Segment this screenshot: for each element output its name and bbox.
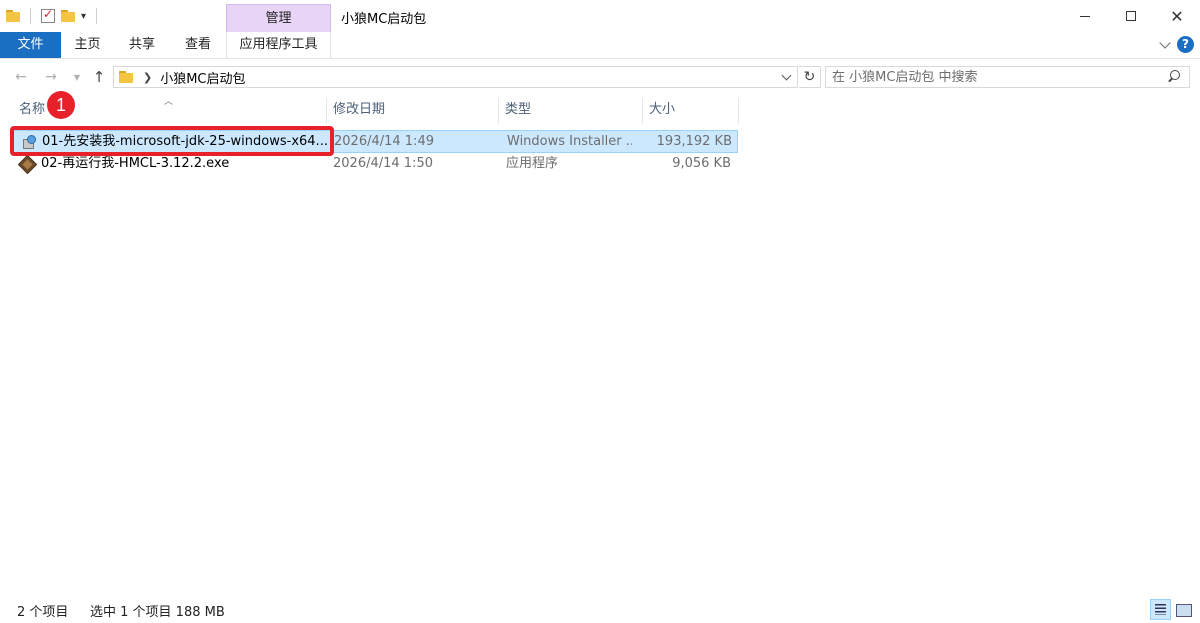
forward-arrow-icon[interactable]: → [40, 67, 62, 87]
quick-access-toolbar: ▾ [6, 6, 101, 26]
folder-icon [119, 71, 133, 83]
status-item-count: 2 个项目 [17, 605, 69, 620]
file-type: Windows Installer ... [507, 134, 632, 149]
file-date-modified: 2026/4/14 1:50 [333, 156, 433, 171]
manage-context-tab[interactable]: 管理 [226, 4, 331, 32]
up-arrow-icon[interactable]: ↑ [88, 67, 110, 87]
window-title: 小狼MC启动包 [341, 12, 427, 27]
search-input[interactable] [832, 68, 1152, 86]
title-bar: ▾ 管理 小狼MC启动包 ✕ [0, 0, 1200, 32]
navigation-bar: ← → ▼ ↑ ❯ 小狼MC启动包 ↻ [0, 60, 1200, 94]
tab-file[interactable]: 文件 [0, 32, 61, 58]
minimize-icon [1080, 15, 1090, 17]
expand-ribbon-icon[interactable] [1158, 37, 1174, 53]
properties-icon[interactable] [41, 7, 55, 23]
maximize-button[interactable] [1108, 0, 1154, 32]
help-icon[interactable]: ? [1177, 36, 1194, 53]
search-icon[interactable] [1167, 70, 1181, 84]
tab-share[interactable]: 共享 [114, 32, 170, 58]
breadcrumb-chevron-icon[interactable]: ❯ [143, 71, 152, 84]
back-arrow-icon[interactable]: ← [10, 67, 32, 87]
address-bar[interactable]: ❯ 小狼MC启动包 [113, 66, 798, 88]
file-size: 9,056 KB [672, 156, 731, 171]
address-history-chevron-icon[interactable] [781, 70, 793, 84]
refresh-icon[interactable]: ↻ [799, 66, 821, 88]
qat-divider [30, 8, 31, 24]
file-date-modified: 2026/4/14 1:49 [334, 134, 434, 149]
close-button[interactable]: ✕ [1154, 0, 1200, 32]
tab-view[interactable]: 查看 [170, 32, 226, 58]
details-view-icon[interactable] [1150, 599, 1171, 620]
status-selection: 选中 1 个项目 188 MB [90, 605, 225, 620]
maximize-icon [1126, 11, 1136, 21]
column-header-size[interactable]: 大小 [643, 98, 739, 124]
column-headers: ︿ 名称 修改日期 类型 大小 [0, 94, 740, 124]
file-type: 应用程序 [506, 156, 559, 171]
qat-divider [96, 8, 98, 24]
minimize-button[interactable] [1062, 0, 1108, 32]
folder-icon [6, 10, 20, 22]
tab-home[interactable]: 主页 [61, 32, 114, 58]
large-icons-view-icon[interactable] [1174, 600, 1193, 619]
hmcl-exe-icon [17, 154, 38, 175]
column-header-type[interactable]: 类型 [499, 98, 643, 124]
close-icon: ✕ [1170, 6, 1184, 26]
tab-application-tools[interactable]: 应用程序工具 [226, 32, 331, 58]
recent-locations-chevron-icon[interactable]: ▼ [70, 67, 84, 87]
search-box[interactable] [825, 66, 1190, 88]
file-size: 193,192 KB [656, 134, 732, 149]
status-bar: 2 个项目 选中 1 个项目 188 MB [0, 597, 1200, 623]
column-header-date-modified[interactable]: 修改日期 [327, 98, 499, 124]
file-row[interactable]: 02-再运行我-HMCL-3.12.2.exe 2026/4/14 1:50 应… [13, 153, 738, 176]
file-name: 02-再运行我-HMCL-3.12.2.exe [41, 156, 230, 171]
ribbon-tabs: 文件 主页 共享 查看 应用程序工具 ? [0, 32, 1200, 59]
window-controls: ✕ [1062, 0, 1200, 32]
breadcrumb-current-folder[interactable]: 小狼MC启动包 [160, 68, 245, 87]
annotation-highlight-box [10, 126, 334, 156]
annotation-step-badge: 1 [47, 91, 75, 119]
qat-customize-icon[interactable]: ▾ [81, 11, 86, 22]
new-folder-icon[interactable] [61, 10, 75, 22]
